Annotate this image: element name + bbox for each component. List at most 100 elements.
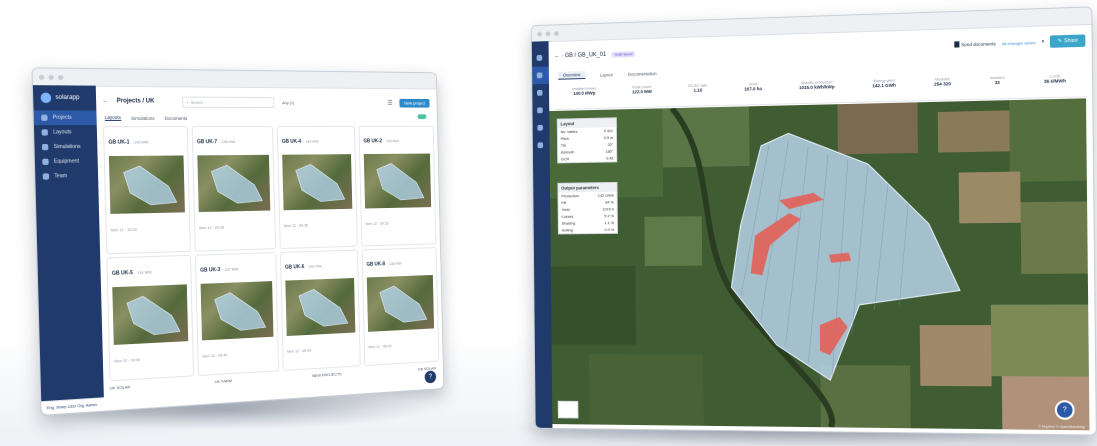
panel-key: Soiling — [561, 227, 573, 233]
project-row-item[interactable]: UK FARM — [215, 378, 232, 384]
site-outline — [282, 154, 352, 210]
layout-panel: Layout Nb. tables 9 421 Pitch 5.5 m Tilt 20… — [556, 117, 618, 164]
sidebar-item-label: Layouts — [53, 129, 72, 136]
right-tabs: Overview Layout Documentation — [558, 69, 657, 80]
sidebar-menu-icon[interactable] — [532, 49, 549, 67]
card-title: GB UK-3 — [200, 266, 221, 274]
card-stat: 140 MW — [305, 139, 319, 144]
card-stat: 141 MW — [137, 270, 152, 275]
card-thumbnail — [285, 277, 356, 337]
project-card[interactable]: GB UK-2 139 MWBifacial fixedSolar layout… — [358, 125, 437, 247]
status-dropdown-icon[interactable]: ▾ — [1042, 39, 1045, 45]
share-button[interactable]: ✎ Share — [1050, 34, 1086, 48]
project-card[interactable]: GB UK-8 136 MWTrackerSolar layout Mon 12… — [361, 247, 440, 367]
window-close-dot[interactable] — [537, 31, 542, 37]
card-thumbnail — [366, 274, 435, 332]
panel-value: 5.5 m — [603, 135, 614, 141]
panel-key: Shading — [561, 220, 576, 226]
folder-icon — [536, 72, 543, 79]
panel-value: 1015 h — [602, 206, 614, 212]
brand[interactable]: solarapp — [33, 85, 96, 110]
map-canvas[interactable] — [549, 98, 1090, 431]
tab-layouts[interactable]: Layouts — [104, 114, 122, 121]
window-maximize-dot[interactable] — [554, 30, 559, 36]
card-footer: Mon 12 · 09:45 — [199, 225, 225, 231]
project-card[interactable]: GB UK-1 140 MWBifacial fixedSolar layout… — [102, 126, 191, 255]
satellite-map[interactable]: Layout Nb. tables 9 421 Pitch 5.5 m Tilt 20… — [549, 98, 1090, 431]
help-button[interactable]: ? — [424, 370, 437, 384]
back-arrow-icon[interactable]: ← — [102, 98, 108, 104]
sidebar-item-team[interactable] — [533, 136, 550, 154]
window-maximize-dot[interactable] — [57, 74, 64, 80]
left-header: ← Projects / UK ⌕ Search Any (1) ☰ New p… — [102, 92, 430, 111]
new-project-button[interactable]: New project — [399, 98, 430, 108]
search-placeholder: Search — [190, 99, 204, 105]
project-card[interactable]: GB UK-4 140 MWBifacial fixedSolar layout… — [276, 125, 358, 250]
sidebar-item-label: Equipment — [53, 158, 80, 165]
tab-layout[interactable]: Layout — [600, 72, 613, 77]
chart-icon — [537, 107, 543, 114]
stat-value: 140.0 MWp — [573, 90, 596, 96]
sidebar-item-projects[interactable]: Projects — [33, 110, 97, 126]
tab-documentation[interactable]: Documentation — [628, 71, 657, 77]
project-card[interactable]: GB UK-7 138 MWBifacial fixedSolar layout… — [191, 125, 277, 252]
window-minimize-dot[interactable] — [48, 74, 54, 80]
tab-simulations[interactable]: Simulations — [131, 115, 155, 120]
card-stat: 139 MW — [385, 139, 399, 144]
search-icon: ⌕ — [186, 99, 189, 105]
stat-modules: Modules 254 320 — [934, 77, 951, 87]
sidebar-item-layouts[interactable] — [532, 84, 549, 102]
sidebar-item-equipment[interactable]: Equipment — [35, 154, 98, 169]
sidebar-item-layouts[interactable]: Layouts — [34, 125, 97, 140]
site-outline — [364, 154, 431, 209]
card-stat: 140 MW — [308, 264, 322, 269]
sidebar-footer[interactable]: Eng. Sharp User Org. Admin — [41, 397, 105, 415]
breadcrumb[interactable]: ← · GB / GB_UK_01 — [554, 52, 606, 59]
project-card[interactable]: GB UK-3 137 MWTrackerSolar layout Mon 12… — [194, 252, 280, 377]
document-icon — [953, 41, 960, 48]
project-card[interactable]: GB UK-5 141 MWTrackerSolar layout Mon 12… — [106, 254, 195, 382]
window-minimize-dot[interactable] — [545, 30, 551, 36]
help-button[interactable]: ? — [1054, 400, 1075, 420]
users-icon — [42, 173, 50, 180]
tab-documents[interactable]: Documents — [165, 115, 188, 120]
panel-key: PR — [561, 200, 567, 206]
view-toggle-icon[interactable]: ☰ — [388, 99, 393, 106]
panel-row: GCR 0.42 — [558, 155, 616, 163]
grid-toggle[interactable] — [417, 114, 427, 120]
folder-icon — [41, 114, 48, 121]
stat-value: 36 €/MWh — [1043, 78, 1066, 84]
sidebar-item-projects[interactable] — [532, 66, 549, 85]
map-layer-switcher[interactable] — [557, 400, 579, 419]
logo-icon — [40, 92, 52, 104]
stat-peak-power: Peak power 122.0 MW — [632, 85, 652, 94]
sidebar-item-simulations[interactable]: Simulations — [34, 140, 97, 155]
output-parameters-panel: Output parameters Production 142 GWh PR 84… — [557, 181, 618, 235]
panel-key: GCR — [560, 156, 570, 162]
project-card[interactable]: GB UK-6 140 MWTrackerSolar layout Mon 12… — [279, 249, 361, 371]
project-row-item[interactable]: NEW PROJECTS — [312, 371, 342, 378]
window-close-dot[interactable] — [38, 74, 45, 80]
site-outline — [367, 275, 434, 332]
layout-tag: Solar layout — [611, 51, 636, 58]
send-documents-button[interactable]: Send documents — [953, 40, 996, 48]
date-filter[interactable]: Any (1) — [282, 100, 294, 105]
stat-value: 122.0 MW — [632, 88, 652, 95]
card-title: GB UK-5 — [111, 269, 133, 277]
sidebar-item-label: Team — [54, 173, 68, 180]
grid-icon — [41, 129, 48, 136]
card-footer: Mon 12 · 08:45 — [202, 353, 228, 359]
tab-overview[interactable]: Overview — [558, 71, 586, 80]
sidebar-item-team[interactable]: Team — [35, 169, 98, 184]
panel-icon — [42, 158, 49, 165]
card-footer: Mon 12 · 08:15 — [368, 344, 392, 350]
sidebar-item-simulations[interactable] — [532, 101, 549, 119]
panel-value: 5.2 % — [604, 213, 615, 219]
site-outline — [201, 281, 274, 340]
users-icon — [537, 142, 544, 149]
share-icon: ✎ — [1057, 38, 1063, 45]
project-row-item[interactable]: UK SOLAR — [110, 384, 131, 390]
stat-energy-yield: Energy yield 142.1 GWh — [872, 79, 896, 89]
sidebar-item-equipment[interactable] — [533, 119, 550, 137]
search-input[interactable]: ⌕ Search — [182, 96, 275, 108]
